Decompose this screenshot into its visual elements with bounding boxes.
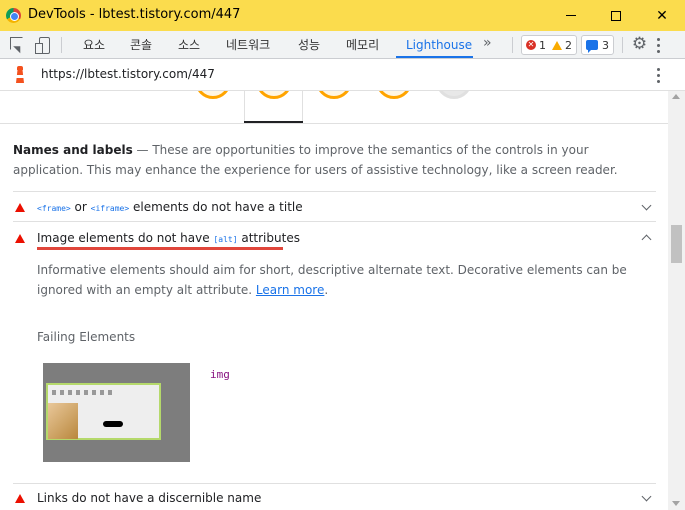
- score-gauge-seo[interactable]: 83: [376, 91, 412, 99]
- fail-icon: [15, 494, 25, 503]
- group-title: Names and labels: [13, 143, 133, 157]
- messages-counter[interactable]: 3: [581, 35, 614, 55]
- learn-more-link[interactable]: Learn more: [256, 283, 324, 297]
- tab-sources[interactable]: 소스: [178, 31, 200, 59]
- messages-count: 3: [602, 38, 609, 52]
- inspect-element-icon[interactable]: [10, 37, 26, 53]
- scroll-down-arrow-icon[interactable]: [672, 501, 680, 506]
- audit-title: Links do not have a discernible name: [37, 491, 262, 505]
- tab-memory[interactable]: 메모리: [346, 31, 379, 59]
- divider: [0, 123, 668, 124]
- tab-console[interactable]: 콘솔: [130, 31, 152, 59]
- toolbar-divider: [512, 37, 513, 53]
- fail-icon: [15, 234, 25, 243]
- failing-elements-header: Failing Elements: [37, 330, 136, 344]
- element-screenshot: [43, 363, 190, 462]
- minimize-button[interactable]: [548, 0, 594, 31]
- report-url: https://lbtest.tistory.com/447: [41, 67, 215, 81]
- highlighted-element: [46, 383, 161, 440]
- code-alt: [alt]: [213, 235, 238, 244]
- report-url-bar: https://lbtest.tistory.com/447: [0, 59, 685, 91]
- lighthouse-report: 83 79 73 83 — Names and labels — These a…: [0, 91, 668, 510]
- report-scrollbar[interactable]: [668, 91, 685, 510]
- code-iframe: <iframe>: [90, 204, 130, 213]
- minimize-icon: [566, 15, 576, 16]
- audit-description-period: .: [324, 283, 329, 297]
- report-menu-icon[interactable]: [657, 68, 661, 83]
- score-gauge-pwa[interactable]: —: [436, 91, 472, 99]
- errors-count: 1: [539, 38, 546, 52]
- tab-performance[interactable]: 성능: [298, 31, 320, 59]
- audit-title: <frame> or <iframe> elements do not have…: [37, 200, 303, 214]
- failing-node-snippet[interactable]: img: [210, 368, 230, 381]
- chevron-down-icon[interactable]: [641, 200, 652, 211]
- audit-title-suffix: attributes: [237, 231, 300, 245]
- chrome-icon: [6, 8, 21, 23]
- maximize-icon: [611, 10, 621, 21]
- audit-link-name[interactable]: Links do not have a discernible name: [13, 483, 656, 510]
- fail-icon: [15, 203, 25, 212]
- device-toolbar-icon[interactable]: [35, 37, 51, 54]
- maximize-button[interactable]: [593, 0, 639, 31]
- scroll-thumb[interactable]: [671, 225, 682, 263]
- tab-elements[interactable]: 요소: [83, 31, 105, 59]
- warnings-count: 2: [565, 38, 572, 52]
- audit-frame-title[interactable]: <frame> or <iframe> elements do not have…: [13, 191, 656, 221]
- active-tab-indicator: [396, 56, 473, 58]
- code-frame: <frame>: [37, 204, 71, 213]
- audit-title-suffix: elements do not have a title: [129, 200, 303, 214]
- chevron-down-icon[interactable]: [641, 491, 652, 502]
- toolbar-divider: [622, 37, 623, 53]
- gear-icon[interactable]: ⚙: [631, 36, 648, 53]
- title-underline: [37, 247, 283, 250]
- gauge-divider: [302, 91, 303, 123]
- lighthouse-icon: [13, 66, 27, 84]
- audit-description: Informative elements should aim for shor…: [37, 260, 647, 300]
- issues-counter[interactable]: ✕ 1 2: [521, 35, 577, 55]
- close-icon: ✕: [656, 7, 668, 24]
- score-gauge-performance[interactable]: 83: [195, 91, 231, 99]
- audit-description-text: Informative elements should aim for shor…: [37, 263, 627, 297]
- chevron-up-icon[interactable]: [641, 234, 652, 245]
- audit-title-prefix: Image elements do not have: [37, 231, 214, 245]
- devtools-toolbar: 요소 콘솔 소스 네트워크 성능 메모리 Lighthouse » ✕ 1 2 …: [0, 31, 685, 59]
- message-icon: [586, 40, 598, 53]
- window-titlebar: DevTools - lbtest.tistory.com/447 ✕: [0, 0, 685, 31]
- scroll-up-arrow-icon[interactable]: [672, 94, 680, 99]
- window-title: DevTools - lbtest.tistory.com/447: [28, 7, 241, 22]
- score-gauge-best-practices[interactable]: 73: [316, 91, 352, 99]
- more-tabs-button[interactable]: »: [483, 35, 492, 51]
- audit-title: Image elements do not have [alt] attribu…: [37, 231, 300, 245]
- close-button[interactable]: ✕: [639, 0, 685, 31]
- toolbar-divider: [61, 37, 62, 53]
- tab-lighthouse[interactable]: Lighthouse: [406, 31, 472, 59]
- group-description: Names and labels — These are opportuniti…: [13, 140, 643, 180]
- error-icon: ✕: [526, 40, 536, 50]
- devtools-menu-icon[interactable]: [657, 38, 661, 53]
- gauge-divider: [244, 91, 245, 123]
- tab-network[interactable]: 네트워크: [226, 31, 270, 59]
- audit-title-mid: or: [70, 200, 91, 214]
- warning-icon: [552, 40, 562, 50]
- score-gauge-accessibility[interactable]: 79: [256, 91, 292, 99]
